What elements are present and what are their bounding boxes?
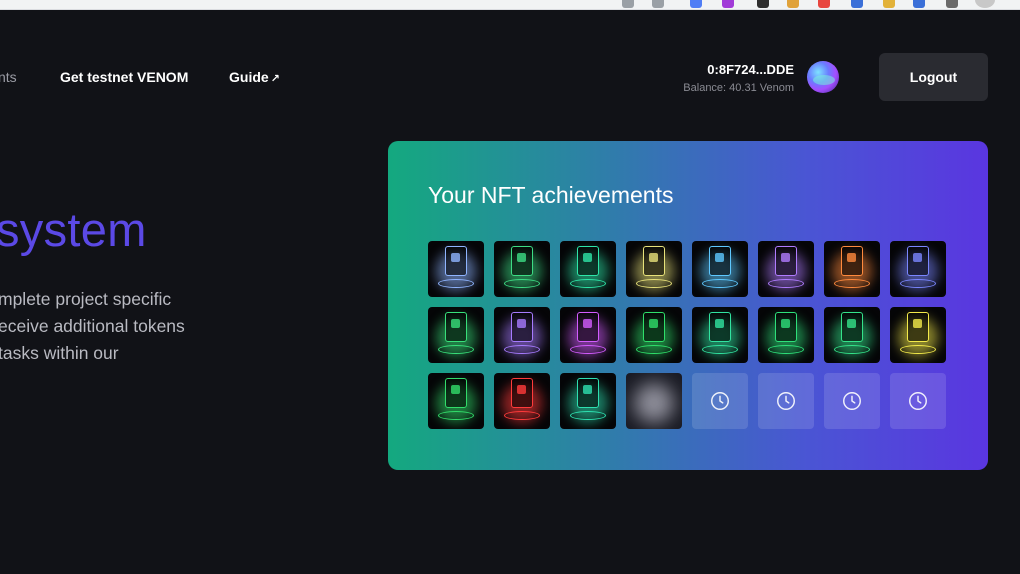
user-avatar[interactable] [807, 61, 839, 93]
nft-badge-icon [643, 246, 665, 276]
nft-badge-icon [445, 312, 467, 342]
clock-icon [711, 392, 729, 410]
nft-pedestal [768, 279, 804, 288]
nft-tile-earned[interactable] [758, 307, 814, 363]
browser-toolbar [0, 0, 1020, 10]
nft-badge-icon [709, 246, 731, 276]
clock-icon [843, 392, 861, 410]
nft-pedestal [702, 279, 738, 288]
extension-icon[interactable] [913, 0, 925, 8]
nft-badge-icon [709, 312, 731, 342]
logout-button[interactable]: Logout [879, 53, 988, 101]
nft-tile-earned[interactable] [692, 307, 748, 363]
nft-badge-icon [511, 246, 533, 276]
hero-description-line: tasks within our [0, 343, 119, 363]
extension-icon[interactable] [818, 0, 830, 8]
nft-tile-hidden[interactable] [626, 373, 682, 429]
hero-description-line: mplete project specific [0, 289, 172, 309]
nft-pedestal [834, 345, 870, 354]
nav-link-get-testnet-venom[interactable]: Get testnet VENOM [60, 69, 188, 85]
nft-pedestal [834, 279, 870, 288]
nft-tile-earned[interactable] [626, 241, 682, 297]
nft-badge-icon [445, 246, 467, 276]
nft-pedestal [900, 279, 936, 288]
extension-icon[interactable] [622, 0, 634, 8]
nft-badge-icon [511, 312, 533, 342]
nft-pedestal [636, 279, 672, 288]
nft-tile-earned[interactable] [626, 307, 682, 363]
nft-pedestal [504, 345, 540, 354]
nft-tile-earned[interactable] [428, 241, 484, 297]
nft-tile-pending[interactable] [890, 373, 946, 429]
nft-tile-earned[interactable] [560, 307, 616, 363]
nav-link-guide[interactable]: Guide ↗ [229, 69, 280, 85]
nft-tile-earned[interactable] [758, 241, 814, 297]
extension-icon[interactable] [883, 0, 895, 8]
nft-pedestal [504, 411, 540, 420]
clock-icon [909, 392, 927, 410]
hero-description: mplete project specific eceive additiona… [0, 286, 238, 367]
nft-badge-icon [907, 246, 929, 276]
nft-pedestal [570, 345, 606, 354]
nft-badge-icon [841, 246, 863, 276]
extension-icon[interactable] [787, 0, 799, 8]
nft-tile-earned[interactable] [890, 241, 946, 297]
wallet-info: 0:8F724...DDE Balance: 40.31 Venom [683, 62, 794, 96]
nft-tile-earned[interactable] [494, 241, 550, 297]
nft-pedestal [438, 345, 474, 354]
nft-achievements-grid [428, 241, 948, 429]
nft-tile-earned[interactable] [824, 241, 880, 297]
nft-pedestal [702, 345, 738, 354]
nft-badge-icon [841, 312, 863, 342]
nft-glow [634, 383, 674, 423]
nft-tile-pending[interactable] [692, 373, 748, 429]
nft-badge-icon [643, 312, 665, 342]
nft-badge-icon [577, 312, 599, 342]
nft-badge-icon [775, 312, 797, 342]
nft-badge-icon [577, 246, 599, 276]
wallet-balance: Balance: 40.31 Venom [683, 82, 794, 94]
nft-pedestal [900, 345, 936, 354]
nft-badge-icon [577, 378, 599, 408]
nft-tile-earned[interactable] [494, 373, 550, 429]
nft-pedestal [438, 279, 474, 288]
nft-tile-earned[interactable] [824, 307, 880, 363]
nft-badge-icon [907, 312, 929, 342]
extension-icon[interactable] [946, 0, 958, 8]
nft-tile-earned[interactable] [560, 241, 616, 297]
nft-tile-pending[interactable] [758, 373, 814, 429]
hero-description-line: eceive additional tokens [0, 316, 185, 336]
extension-icon[interactable] [851, 0, 863, 8]
nft-tile-earned[interactable] [692, 241, 748, 297]
nft-pedestal [504, 279, 540, 288]
nft-pedestal [636, 345, 672, 354]
extension-icon[interactable] [757, 0, 769, 8]
nft-pedestal [570, 279, 606, 288]
extension-icon[interactable] [690, 0, 702, 8]
extension-icon[interactable] [652, 0, 664, 8]
nft-badge-icon [445, 378, 467, 408]
extension-icon[interactable] [722, 0, 734, 8]
nav-link-partial[interactable]: nts [0, 69, 17, 85]
clock-icon [777, 392, 795, 410]
nft-pedestal [570, 411, 606, 420]
nft-badge-icon [511, 378, 533, 408]
wallet-address: 0:8F724...DDE [707, 62, 794, 77]
nav-link-guide-label: Guide [229, 69, 269, 85]
nft-achievements-title: Your NFT achievements [428, 182, 674, 208]
hero-title: system [0, 203, 147, 256]
nft-tile-earned[interactable] [494, 307, 550, 363]
nft-tile-pending[interactable] [824, 373, 880, 429]
nft-achievements-card: Your NFT achievements [388, 141, 988, 470]
nft-tile-earned[interactable] [428, 307, 484, 363]
nft-pedestal [438, 411, 474, 420]
nft-pedestal [768, 345, 804, 354]
browser-profile-avatar[interactable] [975, 0, 995, 8]
nft-badge-icon [775, 246, 797, 276]
nft-tile-earned[interactable] [890, 307, 946, 363]
external-link-icon: ↗ [270, 73, 280, 85]
nft-tile-earned[interactable] [428, 373, 484, 429]
nft-tile-earned[interactable] [560, 373, 616, 429]
